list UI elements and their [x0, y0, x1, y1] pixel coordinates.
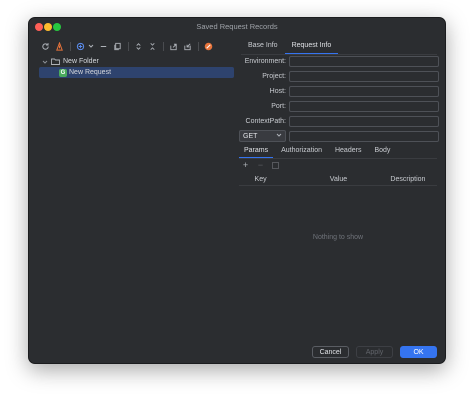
- column-key[interactable]: Key: [239, 176, 282, 183]
- column-description[interactable]: Description: [379, 176, 437, 183]
- environment-field[interactable]: [289, 55, 439, 67]
- subtab-divider: [239, 158, 437, 159]
- environment-row: Environment:: [241, 55, 439, 67]
- get-request-icon: G: [59, 68, 67, 77]
- tab-authorization[interactable]: Authorization: [276, 146, 327, 157]
- import-icon[interactable]: [181, 40, 193, 52]
- method-value: GET: [243, 132, 258, 140]
- tab-request-info[interactable]: Request Info: [284, 41, 339, 55]
- toolbar-separator: [128, 41, 129, 51]
- tab-headers[interactable]: Headers: [330, 146, 366, 157]
- environment-label: Environment:: [244, 57, 286, 65]
- tree-folder-row[interactable]: New Folder: [39, 56, 234, 67]
- request-line: GET: [239, 130, 439, 142]
- tree-request-row[interactable]: G New Request: [39, 67, 234, 78]
- toolbar-separator: [163, 41, 164, 51]
- expand-all-icon[interactable]: [132, 40, 144, 52]
- column-value[interactable]: Value: [298, 176, 379, 183]
- folder-icon: [51, 58, 60, 65]
- toolbar-separator: [70, 41, 71, 51]
- table-toolbar: + −: [241, 161, 280, 170]
- url-input[interactable]: [289, 130, 439, 142]
- no-entry-icon[interactable]: [202, 40, 214, 52]
- host-row: Host:: [241, 85, 439, 97]
- folder-label: New Folder: [63, 58, 99, 65]
- dialog-window: Saved Request Records New Folder G New R…: [28, 17, 446, 364]
- request-tree: New Folder G New Request: [39, 56, 234, 78]
- host-label: Host:: [269, 87, 286, 95]
- context-path-label: ContextPath:: [245, 117, 286, 125]
- request-label: New Request: [69, 69, 112, 76]
- port-label: Port:: [271, 102, 286, 110]
- tab-base-info[interactable]: Base Info: [241, 41, 285, 53]
- checkbox-icon[interactable]: [271, 161, 280, 170]
- remove-param-button[interactable]: −: [256, 161, 265, 170]
- empty-table-text: Nothing to show: [312, 234, 364, 241]
- dialog-footer: Cancel Apply OK: [312, 346, 437, 358]
- window-title: Saved Request Records: [196, 22, 278, 31]
- refresh-icon[interactable]: [39, 40, 51, 52]
- project-label: Project:: [262, 72, 286, 80]
- remove-icon[interactable]: [97, 40, 109, 52]
- copy-icon[interactable]: [111, 40, 123, 52]
- port-row: Port:: [241, 100, 439, 112]
- method-select[interactable]: GET: [239, 130, 286, 142]
- ok-button[interactable]: OK: [400, 346, 437, 358]
- chevron-down-icon[interactable]: [41, 58, 49, 66]
- add-icon[interactable]: [74, 40, 86, 52]
- tab-body[interactable]: Body: [369, 146, 395, 157]
- chevron-down-icon: [276, 132, 282, 140]
- collapse-all-icon[interactable]: [146, 40, 158, 52]
- cancel-button[interactable]: Cancel: [312, 346, 349, 358]
- params-table-header: Key Value Description: [239, 173, 437, 186]
- info-tabs: Base Info Request Info: [241, 41, 339, 55]
- toolbar-separator: [198, 41, 199, 51]
- export-curl-icon[interactable]: [53, 40, 65, 52]
- context-path-row: ContextPath:: [241, 115, 439, 127]
- dropdown-icon[interactable]: [88, 40, 94, 52]
- project-field[interactable]: [289, 70, 439, 82]
- toolbar: [39, 40, 216, 52]
- port-field[interactable]: [289, 100, 439, 112]
- host-field[interactable]: [289, 85, 439, 97]
- apply-button[interactable]: Apply: [356, 346, 393, 358]
- title-bar: Saved Request Records: [29, 18, 445, 36]
- export-icon[interactable]: [167, 40, 179, 52]
- context-path-field[interactable]: [289, 115, 439, 127]
- project-row: Project:: [241, 70, 439, 82]
- add-param-button[interactable]: +: [241, 161, 250, 170]
